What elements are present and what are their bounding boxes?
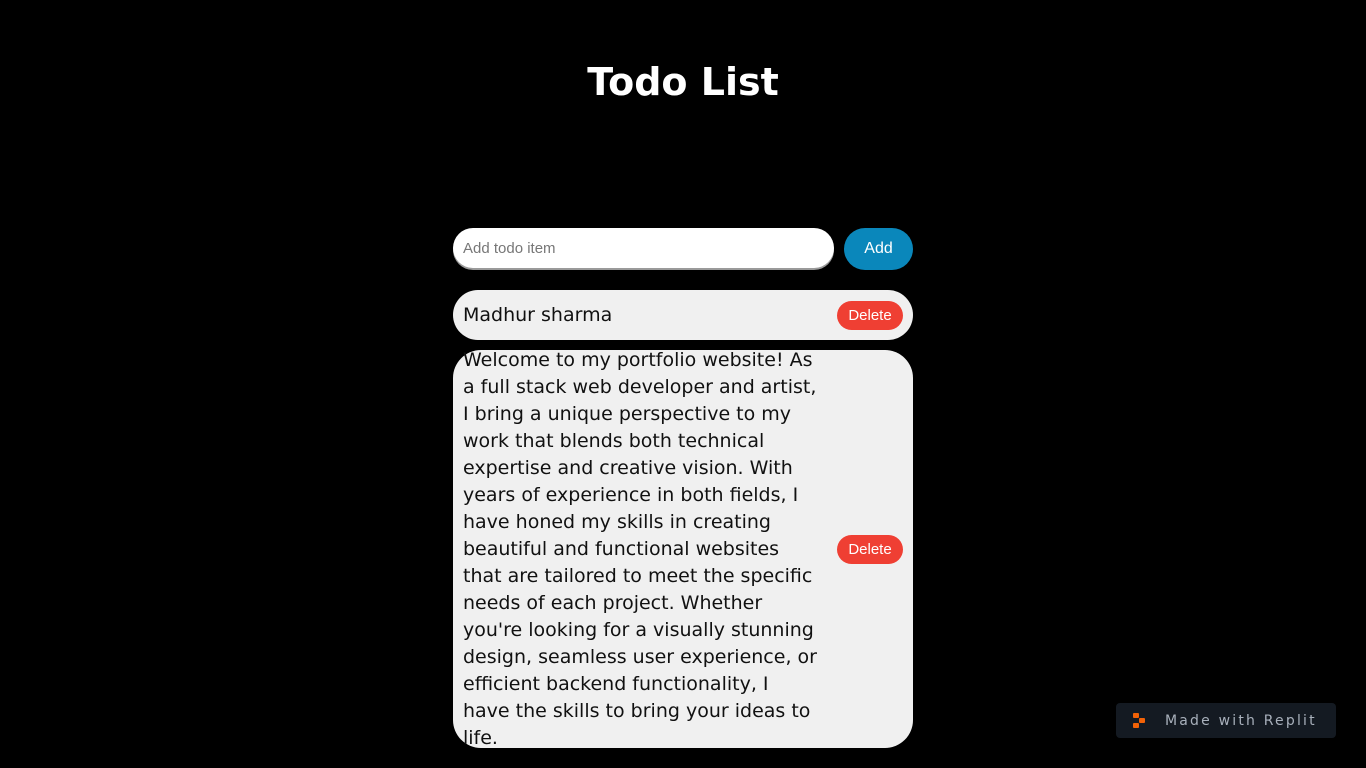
todo-item: Madhur sharma Delete	[453, 290, 913, 340]
todo-item-text: Madhur sharma	[463, 303, 613, 326]
todo-input[interactable]	[453, 228, 834, 268]
todo-item-text: Welcome to my portfolio website! As a fu…	[463, 348, 817, 749]
page-title: Todo List	[587, 60, 779, 104]
todo-item: Welcome to my portfolio website! As a fu…	[453, 349, 913, 749]
add-todo-form: Add	[453, 228, 913, 270]
add-button[interactable]: Add	[844, 228, 913, 270]
badge-label: Made with Replit	[1165, 712, 1317, 729]
delete-button[interactable]: Delete	[837, 534, 903, 564]
delete-button[interactable]: Delete	[837, 300, 903, 330]
todo-list: Madhur sharma Delete Welcome to my portf…	[453, 290, 913, 758]
replit-logo-icon	[1133, 712, 1149, 729]
todo-app-page: Todo List Add Madhur sharma Delete Welco…	[0, 0, 1366, 768]
made-with-replit-badge[interactable]: Made with Replit	[1116, 703, 1336, 738]
